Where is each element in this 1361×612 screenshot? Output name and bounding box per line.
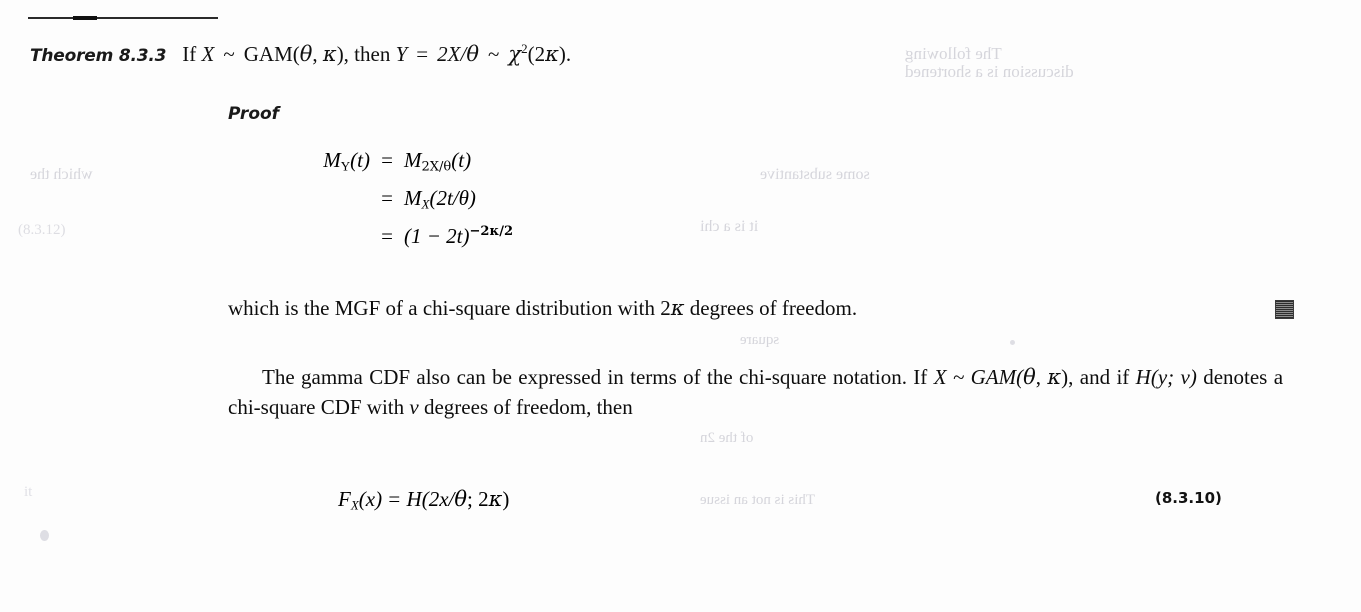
body-paragraph: The gamma CDF also can be expressed in t… bbox=[228, 362, 1283, 422]
scan-speck bbox=[1010, 340, 1015, 345]
ghost-text: some substantive bbox=[760, 166, 870, 183]
paragraph-line-2-end: degrees of bbox=[418, 395, 511, 419]
ghost-text: (8.3.12) bbox=[18, 222, 66, 238]
mgf-exponent: −2κ/2 bbox=[469, 223, 514, 239]
mgf-symbol: M bbox=[323, 148, 341, 172]
theorem-y-variable: Y bbox=[395, 42, 408, 66]
mgf-subscript: Y bbox=[340, 158, 351, 174]
theta-symbol: θ bbox=[454, 487, 468, 511]
equals-operator: = bbox=[388, 487, 401, 511]
scanned-textbook-page: The following discussion is a shortened … bbox=[0, 0, 1361, 612]
theta-symbol: θ bbox=[466, 42, 479, 66]
mgf-argument: (2t/θ) bbox=[429, 186, 476, 210]
scan-speck bbox=[40, 530, 49, 541]
tilde-operator: ~ bbox=[488, 42, 500, 66]
proof-heading: Proof bbox=[228, 104, 280, 124]
kappa-symbol: κ bbox=[545, 42, 559, 66]
cdf-subscript: X bbox=[350, 497, 359, 513]
conclusion-text-end: degrees of freedom. bbox=[684, 296, 858, 320]
theorem-label: Theorem 8.3.3 bbox=[30, 46, 167, 66]
equals-operator: = bbox=[381, 148, 393, 172]
equation-line: = (1 − 2t)−2κ/2 bbox=[288, 224, 513, 262]
H-function-argument: (y; v) bbox=[1150, 365, 1197, 389]
chi-argument-open: (2 bbox=[527, 42, 546, 66]
comma: , bbox=[312, 42, 323, 66]
proof-conclusion: which is the MGF of a chi-square distrib… bbox=[228, 296, 857, 321]
qed-tombstone-icon bbox=[1275, 300, 1294, 319]
ghost-text: This is not an issue bbox=[700, 492, 815, 508]
H-function-symbol: H bbox=[406, 487, 422, 511]
mgf-symbol: M bbox=[404, 186, 422, 210]
tilde-operator: ~ bbox=[223, 42, 235, 66]
equation-line: MY(t) = M2X/θ(t) bbox=[288, 148, 513, 186]
kappa-symbol: κ bbox=[670, 296, 685, 320]
H-function-symbol: H bbox=[1135, 365, 1151, 389]
v-symbol: v bbox=[409, 395, 419, 419]
theorem-text: If X ~ GAM(θ, κ), then Y = 2X/θ ~ χ2(2κ)… bbox=[182, 42, 571, 66]
equation-rhs: (1 − 2t)−2κ/2 bbox=[404, 224, 513, 249]
gamma-distribution-name: GAM( bbox=[243, 42, 300, 66]
paragraph-gamma-notation: X ~ GAM( bbox=[933, 365, 1024, 389]
cdf-symbol: F bbox=[338, 487, 351, 511]
equation-number: (8.3.10) bbox=[1155, 489, 1222, 507]
kappa-symbol: κ bbox=[322, 42, 337, 66]
header-rule bbox=[28, 16, 218, 20]
theta-symbol: θ bbox=[1023, 365, 1036, 389]
conclusion-text: which is the MGF of a chi-square distrib… bbox=[228, 296, 671, 320]
proof-equation-block: MY(t) = M2X/θ(t) = MX(2t/θ) = (1 − 2t)−2κ/2 bbox=[288, 148, 513, 262]
equals-operator: = bbox=[416, 42, 429, 66]
chi-symbol: χ bbox=[508, 42, 522, 66]
comma: , bbox=[1035, 365, 1048, 389]
ghost-text: it bbox=[24, 484, 33, 500]
kappa-symbol: κ bbox=[1047, 365, 1062, 389]
paragraph-line-2-mid: ), and if bbox=[1061, 365, 1136, 389]
paragraph-line-3: freedom, then bbox=[516, 395, 633, 419]
ghost-text: square bbox=[740, 332, 780, 348]
display-equation-8-3-10: FX(x) = H(2x/θ; 2κ) bbox=[338, 487, 509, 512]
equation-rhs: MX(2t/θ) bbox=[404, 186, 476, 211]
kappa-symbol: κ bbox=[488, 487, 503, 511]
ghost-text: it is a chi bbox=[700, 218, 759, 235]
ghost-text: of the 2n bbox=[700, 430, 754, 446]
theorem-period: ). bbox=[558, 42, 572, 66]
mgf-symbol: M bbox=[404, 148, 422, 172]
equals-operator: = bbox=[381, 224, 393, 248]
theta-symbol: θ bbox=[299, 42, 313, 66]
mgf-base: (1 − 2t) bbox=[404, 224, 470, 248]
equals-operator: = bbox=[381, 186, 393, 210]
theorem-if: If bbox=[182, 42, 197, 66]
H-argument-close: ) bbox=[502, 487, 510, 511]
cdf-argument: (x) bbox=[358, 487, 383, 511]
paragraph-line-1: The gamma CDF also can be expressed in t… bbox=[262, 365, 928, 389]
ghost-text: which the bbox=[30, 166, 93, 183]
equation-rhs: M2X/θ(t) bbox=[404, 148, 472, 175]
mgf-subscript: 2X/θ bbox=[421, 159, 452, 175]
theorem-then: ), then bbox=[336, 42, 391, 66]
mgf-argument: (t) bbox=[350, 148, 370, 172]
H-argument-open: (2x/ bbox=[421, 487, 455, 511]
theorem-random-variable: X bbox=[201, 42, 215, 66]
H-argument-separator: ; 2 bbox=[467, 487, 489, 511]
equation-line: = MX(2t/θ) bbox=[288, 186, 513, 224]
equation-lhs: MY(t) bbox=[288, 148, 370, 173]
mgf-argument: (t) bbox=[451, 148, 472, 172]
theorem-statement: Theorem 8.3.3 If X ~ GAM(θ, κ), then Y = … bbox=[30, 42, 1030, 67]
theorem-expression: 2X/ bbox=[437, 42, 467, 66]
